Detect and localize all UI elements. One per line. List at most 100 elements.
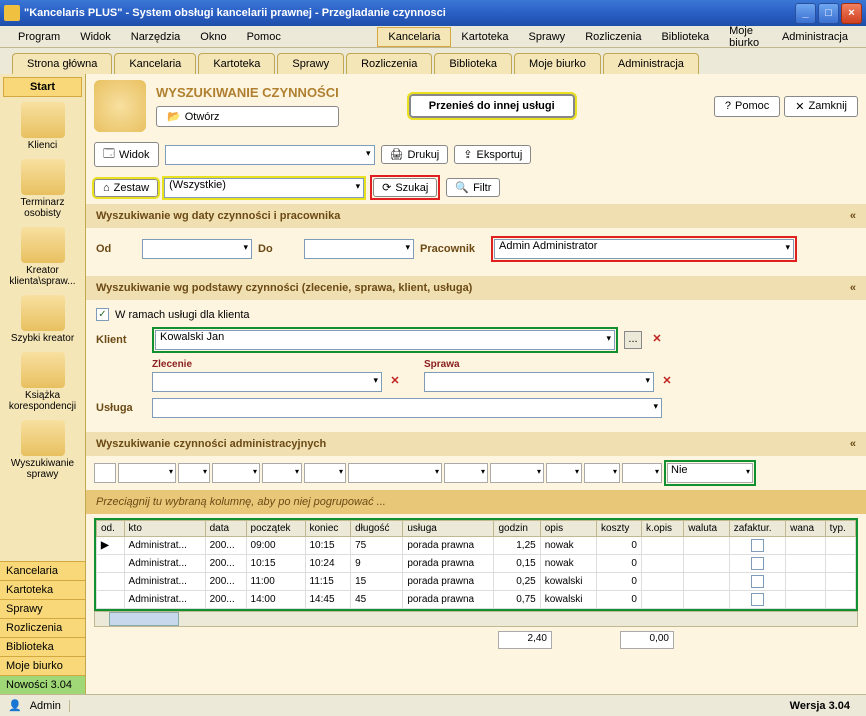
set-button[interactable]: ⌂Zestaw: [94, 179, 158, 197]
column-header[interactable]: od.: [97, 521, 125, 537]
sidebar-item[interactable]: Kreator klienta\spraw...: [6, 227, 79, 287]
filter-cell[interactable]: [212, 463, 260, 483]
transfer-service-button[interactable]: Przenieś do innej usługi: [409, 94, 575, 118]
case-clear-button[interactable]: ✕: [658, 373, 676, 391]
menu-item-administracja[interactable]: Administracja: [772, 28, 858, 46]
start-button[interactable]: Start: [3, 77, 82, 97]
invoiced-checkbox[interactable]: [751, 575, 764, 588]
news-button[interactable]: Nowości 3.04: [0, 675, 85, 694]
column-header[interactable]: koniec: [305, 521, 351, 537]
view-select[interactable]: [165, 145, 375, 165]
filter-cell[interactable]: [490, 463, 544, 483]
maximize-button[interactable]: □: [818, 3, 839, 24]
order-clear-button[interactable]: ✕: [386, 373, 404, 391]
date-to-input[interactable]: [304, 239, 414, 259]
tab-kancelaria[interactable]: Kancelaria: [114, 53, 196, 74]
sidebar-item[interactable]: Szybki kreator: [6, 295, 79, 344]
sidebar-bottom-moje biurko[interactable]: Moje biurko: [0, 656, 85, 675]
column-header[interactable]: zafaktur.: [729, 521, 785, 537]
column-header[interactable]: początek: [246, 521, 305, 537]
filter-cell[interactable]: [444, 463, 488, 483]
column-header[interactable]: waluta: [684, 521, 730, 537]
filter-cell[interactable]: [118, 463, 176, 483]
table-row[interactable]: ▶Administrat...200...09:0010:1575porada …: [97, 537, 856, 555]
tab-kartoteka[interactable]: Kartoteka: [198, 53, 275, 74]
tab-moje-biurko[interactable]: Moje biurko: [514, 53, 601, 74]
column-header[interactable]: data: [205, 521, 246, 537]
order-select[interactable]: [152, 372, 382, 392]
column-header[interactable]: wana: [786, 521, 826, 537]
menu-item-okno[interactable]: Okno: [190, 28, 236, 46]
column-header[interactable]: opis: [540, 521, 596, 537]
menu-item-kartoteka[interactable]: Kartoteka: [451, 28, 518, 46]
menu-item-narzędzia[interactable]: Narzędzia: [121, 28, 191, 46]
client-scope-checkbox[interactable]: ✓: [96, 308, 109, 321]
minimize-button[interactable]: _: [795, 3, 816, 24]
close-window-button[interactable]: ×: [841, 3, 862, 24]
tab-strona-główna[interactable]: Strona główna: [12, 53, 112, 74]
filter-cell[interactable]: [94, 463, 116, 483]
filter-invoiced-cell[interactable]: Nie: [667, 463, 753, 483]
column-header[interactable]: k.opis: [641, 521, 683, 537]
help-button[interactable]: ?Pomoc: [714, 96, 780, 117]
print-button[interactable]: 🖨Drukuj: [381, 145, 449, 164]
filter-button[interactable]: 🔍Filtr: [446, 178, 500, 197]
sidebar-item[interactable]: Wyszukiwanie sprawy: [6, 420, 79, 480]
column-header[interactable]: długość: [351, 521, 403, 537]
sidebar-bottom-rozliczenia[interactable]: Rozliczenia: [0, 618, 85, 637]
sidebar-item[interactable]: Klienci: [6, 102, 79, 151]
filter-cell[interactable]: [304, 463, 346, 483]
table-row[interactable]: Administrat...200...10:1510:249porada pr…: [97, 555, 856, 573]
table-row[interactable]: Administrat...200...11:0011:1515porada p…: [97, 573, 856, 591]
search-button[interactable]: ⟳Szukaj: [373, 178, 437, 197]
collapse-icon[interactable]: «: [850, 438, 856, 450]
menu-item-moje biurko[interactable]: Moje biurko: [719, 22, 772, 52]
filter-cell[interactable]: [262, 463, 302, 483]
filter-cell[interactable]: [584, 463, 620, 483]
sidebar-bottom-kancelaria[interactable]: Kancelaria: [0, 561, 85, 580]
menu-item-pomoc[interactable]: Pomoc: [237, 28, 291, 46]
invoiced-checkbox[interactable]: [751, 593, 764, 606]
collapse-icon[interactable]: «: [850, 210, 856, 222]
tab-biblioteka[interactable]: Biblioteka: [434, 53, 512, 74]
column-header[interactable]: usługa: [403, 521, 494, 537]
menu-item-biblioteka[interactable]: Biblioteka: [651, 28, 719, 46]
results-grid[interactable]: od.ktodatapoczątekkoniecdługośćusługagod…: [94, 518, 858, 611]
invoiced-checkbox[interactable]: [751, 539, 764, 552]
filter-cell[interactable]: [622, 463, 662, 483]
sidebar-bottom-kartoteka[interactable]: Kartoteka: [0, 580, 85, 599]
date-from-input[interactable]: [142, 239, 252, 259]
client-clear-button[interactable]: ✕: [648, 331, 666, 349]
column-header[interactable]: godzin: [494, 521, 540, 537]
close-button[interactable]: ✕Zamknij: [784, 96, 858, 117]
tab-sprawy[interactable]: Sprawy: [277, 53, 344, 74]
tab-rozliczenia[interactable]: Rozliczenia: [346, 53, 432, 74]
tab-administracja[interactable]: Administracja: [603, 53, 699, 74]
client-select[interactable]: Kowalski Jan: [155, 330, 615, 350]
menu-item-sprawy[interactable]: Sprawy: [519, 28, 576, 46]
worker-select[interactable]: Admin Administrator: [494, 239, 794, 259]
sidebar-item[interactable]: Terminarz osobisty: [6, 159, 79, 219]
set-select[interactable]: (Wszystkie): [164, 178, 364, 198]
filter-cell[interactable]: [546, 463, 582, 483]
collapse-icon[interactable]: «: [850, 282, 856, 294]
sidebar-bottom-sprawy[interactable]: Sprawy: [0, 599, 85, 618]
column-header[interactable]: typ.: [825, 521, 855, 537]
sidebar-item[interactable]: Książka korespondencji: [6, 352, 79, 412]
horizontal-scrollbar[interactable]: [94, 611, 858, 627]
invoiced-checkbox[interactable]: [751, 557, 764, 570]
column-header[interactable]: kto: [124, 521, 205, 537]
filter-cell[interactable]: [178, 463, 210, 483]
filter-cell[interactable]: [348, 463, 442, 483]
view-button[interactable]: 🗔Widok: [94, 142, 159, 167]
client-browse-button[interactable]: ...: [624, 331, 642, 349]
export-button[interactable]: ⇪Eksportuj: [454, 145, 531, 164]
menu-item-program[interactable]: Program: [8, 28, 70, 46]
open-button[interactable]: 📂Otwórz: [156, 106, 339, 127]
menu-item-widok[interactable]: Widok: [70, 28, 121, 46]
sidebar-bottom-biblioteka[interactable]: Biblioteka: [0, 637, 85, 656]
menu-item-rozliczenia[interactable]: Rozliczenia: [575, 28, 651, 46]
menu-item-kancelaria[interactable]: Kancelaria: [377, 27, 451, 47]
case-select[interactable]: [424, 372, 654, 392]
table-row[interactable]: Administrat...200...14:0014:4545porada p…: [97, 591, 856, 609]
